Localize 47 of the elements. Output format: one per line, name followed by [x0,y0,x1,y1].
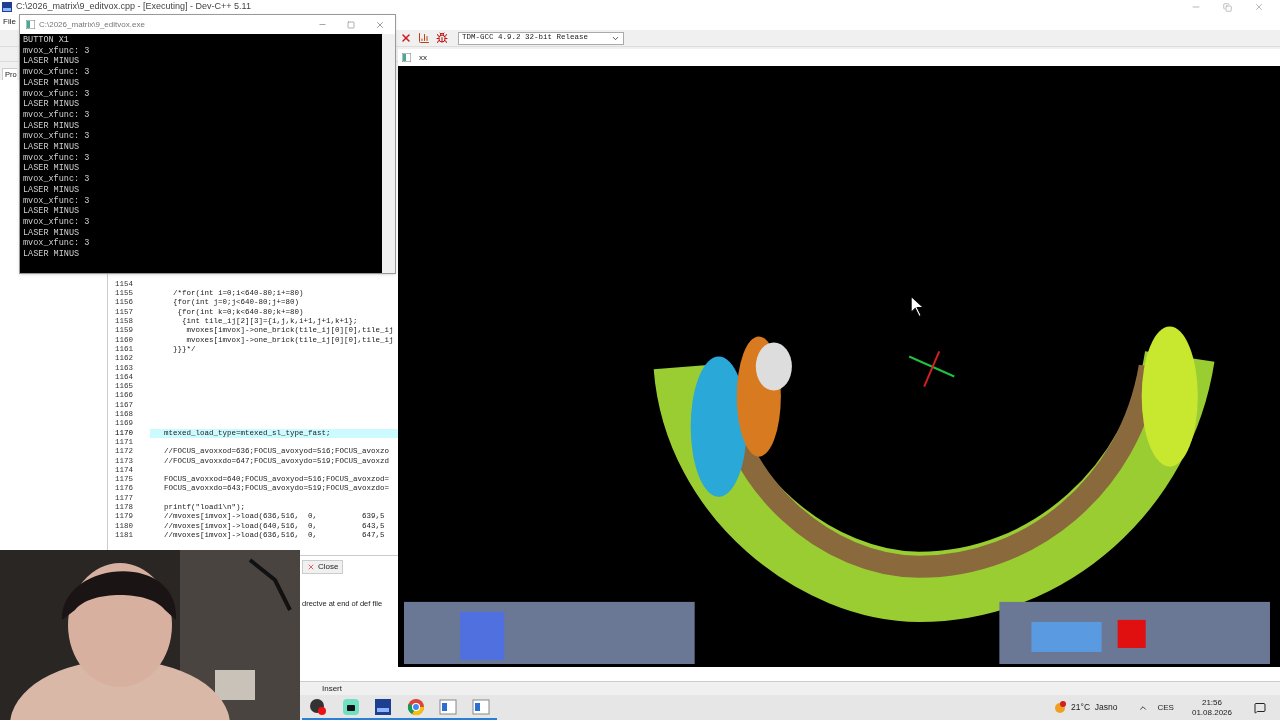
console-line: LASER MINUS [23,77,81,89]
app-icon [2,2,12,12]
weather-text[interactable]: 21°C Jasno [1071,701,1118,714]
console-line: mvox_xfunc: 3 [23,109,91,121]
window-icon[interactable] [439,698,458,715]
console-line: mvox_xfunc: 3 [23,131,91,143]
weather-icon[interactable] [1054,701,1068,714]
console-icon [26,20,35,29]
close-button[interactable]: Close [302,560,344,574]
window-title: C:\2026_matrix\9_editvox.cpp - [Executing] - Dev-C++ 5.11 [16,0,251,14]
console-line: LASER MINUS [23,142,81,153]
browser-icon[interactable] [406,697,425,716]
bug-icon[interactable] [436,32,448,44]
console-line: mvox_xfunc: 3 [23,174,91,185]
console-line: LASER MINUS [23,249,81,260]
clock[interactable]: 21:56 01.08.2026 [1191,697,1232,718]
console-line: mvox_xfunc: 3 [23,216,91,228]
scrollbar[interactable] [382,34,395,273]
notification-icon[interactable] [1254,701,1266,714]
close-icon [307,563,315,571]
console-line: LASER MINUS [23,184,81,196]
window-title: C:\2026_matrix\9_editvox.exe [39,18,145,31]
console-line: LASER MINUS [23,163,81,174]
language-indicator[interactable]: CES [1157,701,1174,714]
chat-app-icon[interactable] [341,697,360,716]
console-line: mvox_xfunc: 3 [23,152,91,164]
console-line: LASER MINUS [23,206,81,217]
status-text: Insert [322,682,342,695]
console-line: mvox_xfunc: 3 [23,67,91,78]
console-line: mvox_xfunc: 3 [23,45,91,57]
chart-icon[interactable] [418,32,430,44]
menu-item[interactable]: File [3,16,16,28]
ide-icon[interactable] [374,697,393,716]
console-line: BUTTON X1 [23,35,70,46]
console-line: LASER MINUS [23,56,81,67]
delete-icon[interactable] [400,32,412,44]
console-line: LASER MINUS [23,120,81,131]
window-icon[interactable] [471,698,490,715]
recorder-icon[interactable] [309,697,328,716]
console-line: mvox_xfunc: 3 [23,195,91,207]
console-line: LASER MINUS [23,227,81,238]
console-line: mvox_xfunc: 3 [23,88,91,100]
close-icon[interactable] [375,19,385,30]
console-line: LASER MINUS [23,99,81,110]
window-icon [402,53,411,62]
window-title: xx [419,51,427,64]
console-line: mvox_xfunc: 3 [23,238,91,250]
